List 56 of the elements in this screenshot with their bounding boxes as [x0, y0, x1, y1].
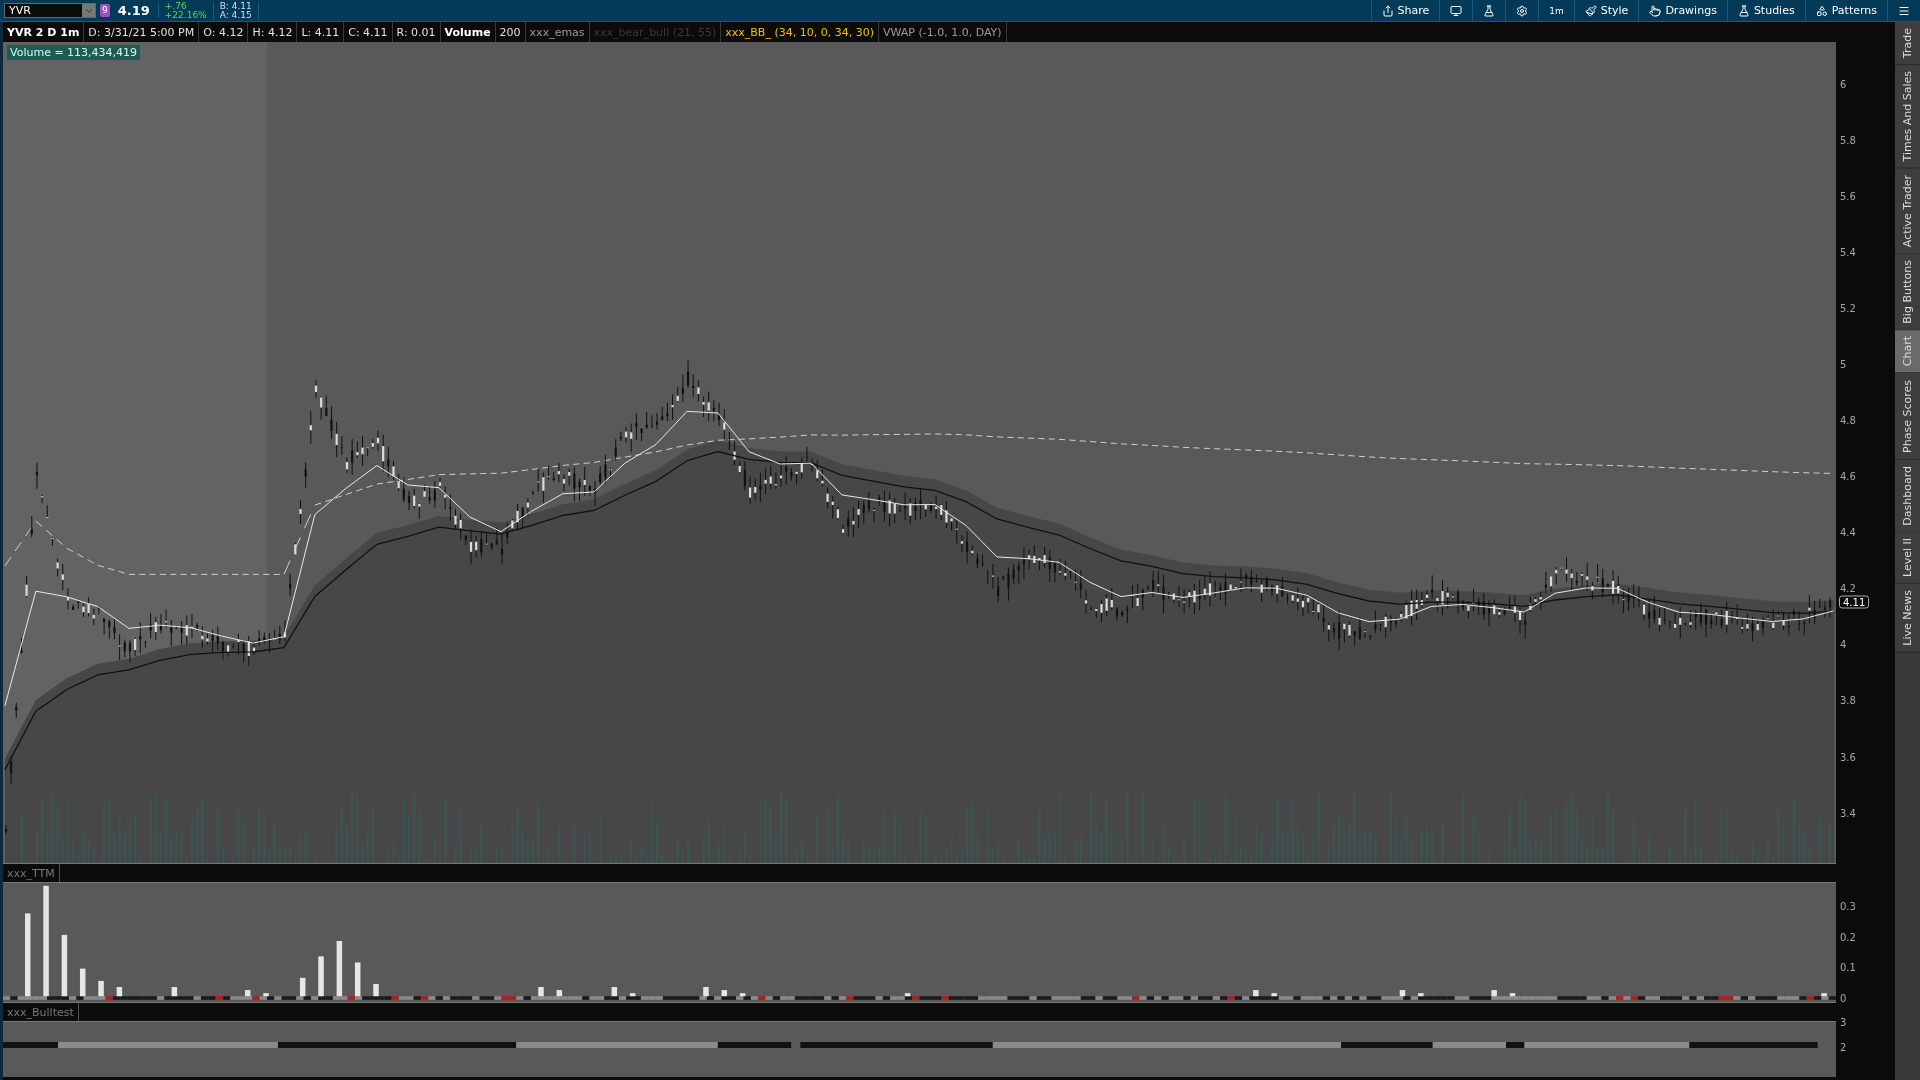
brush-icon	[1584, 4, 1597, 17]
share-icon	[1381, 4, 1394, 17]
timeframe-button[interactable]: 1m	[1538, 0, 1574, 21]
axis-label: 0.2	[1840, 931, 1856, 943]
axis-label: 3	[1840, 1016, 1847, 1028]
style-button[interactable]: Style	[1573, 0, 1639, 21]
price-axis-label: 5.6	[1840, 190, 1856, 202]
last-price-tag: 4.11	[1839, 595, 1870, 609]
share-button[interactable]: Share	[1370, 0, 1440, 21]
menu-icon	[1898, 4, 1910, 17]
symbol-field[interactable]: YVR	[4, 3, 96, 18]
axis-label: 0.1	[1840, 961, 1856, 973]
price-axis-label: 4.4	[1840, 526, 1856, 538]
side-tab[interactable]: Dashboard	[1895, 459, 1920, 533]
side-tab[interactable]: Big Buttons	[1895, 253, 1920, 331]
side-tab[interactable]: Active Trader	[1895, 168, 1920, 254]
price-axis-label: 4.8	[1840, 414, 1856, 426]
study-title: xxx_Bulltest	[3, 1003, 79, 1021]
flask-icon	[1737, 4, 1750, 17]
axis-label: 2	[1840, 1041, 1847, 1053]
axis-label: 0.3	[1840, 900, 1856, 912]
price-axis-label: 3.6	[1840, 751, 1856, 762]
percent-change: +22.16%	[164, 10, 207, 20]
dropdown-icon	[82, 4, 95, 17]
drawings-button[interactable]: Drawings	[1638, 0, 1727, 21]
flask-icon	[1483, 4, 1496, 17]
price-axis-label: 6	[1840, 78, 1847, 90]
side-tab[interactable]: Trade	[1895, 22, 1920, 66]
hand-icon	[1649, 4, 1662, 17]
side-tab[interactable]: Phase Scores	[1895, 373, 1920, 460]
study-title: xxx_TTM	[3, 864, 60, 882]
net-change: +.76	[164, 1, 188, 11]
price-axis-label: 4.2	[1840, 582, 1856, 594]
side-tab[interactable]: Times And Sales	[1895, 65, 1920, 169]
price-axis-label: 5.8	[1840, 134, 1856, 146]
price-axis-label: 5.2	[1840, 302, 1856, 314]
price-axis-label: 5.4	[1840, 246, 1856, 258]
bid-price: B: 4.11	[219, 1, 252, 11]
patterns-button[interactable]: Patterns	[1804, 0, 1887, 21]
price-axis-label: 3.4	[1840, 807, 1856, 819]
price-axis-label: 5	[1840, 358, 1847, 370]
axis-label: 0	[1840, 992, 1847, 1004]
studies-button[interactable]: Studies	[1726, 0, 1805, 21]
link-badge: 9	[100, 4, 110, 17]
shapes-icon	[1815, 4, 1828, 17]
volume-label: Volume = 113,434,419	[7, 45, 141, 60]
monitor-icon	[1450, 4, 1463, 17]
side-tab[interactable]: Live News	[1895, 584, 1920, 653]
price-axis-label: 3.8	[1840, 694, 1856, 706]
price-axis-label: 4	[1840, 638, 1847, 650]
ask-price: A: 4.15	[219, 10, 252, 20]
price-axis-label: 4.6	[1840, 470, 1856, 482]
last-price: 4.19	[117, 3, 159, 18]
side-tab[interactable]: Level II	[1895, 532, 1920, 585]
settings-icon	[1516, 4, 1529, 17]
side-tab[interactable]: Chart	[1895, 330, 1920, 374]
